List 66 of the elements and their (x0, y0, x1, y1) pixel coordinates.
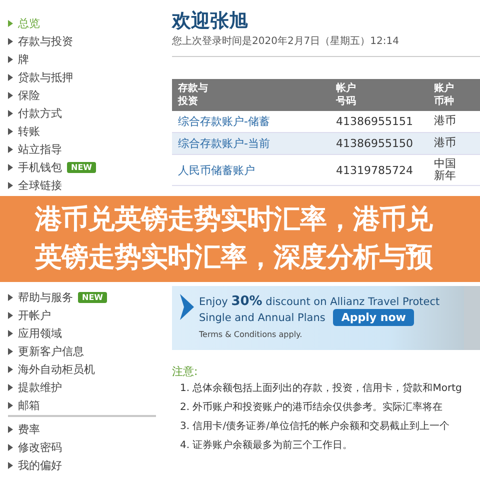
sidebar-item[interactable]: 手机钱包 (18, 160, 62, 174)
sidebar-item[interactable]: 贷款与抵押 (18, 70, 73, 84)
sidebar-item[interactable]: 费率 (18, 422, 40, 436)
column-header: 帐户号码 (336, 82, 357, 108)
sidebar-item[interactable]: 我的偏好 (18, 458, 62, 472)
bullet-icon (8, 402, 13, 408)
sidebar-item[interactable]: 开帐户 (18, 308, 51, 322)
banner-title: 港币兑英镑走势实时汇率，港币兑英镑走势实时汇率，深度分析与预 (35, 203, 434, 275)
note-item: 1. 总体余额包括上面列出的存款，投资，信用卡，贷款和Mortg (180, 382, 463, 395)
bullet-icon (8, 312, 13, 318)
bullet-icon (8, 74, 13, 80)
new-badge: NEW (67, 162, 96, 172)
bullet-icon (8, 128, 13, 134)
table-cell-text: 中国新年 (434, 158, 457, 182)
sidebar-item[interactable]: 帮助与服务 (18, 290, 73, 304)
note-item: 4. 证券账户余额最多为前三个工作日。 (180, 439, 354, 452)
bullet-icon (8, 444, 13, 450)
sidebar-item[interactable]: 更新客户信息 (18, 344, 84, 358)
new-badge: NEW (78, 292, 107, 302)
sidebar-item[interactable]: 存款与投资 (18, 34, 73, 48)
bullet-icon (8, 366, 13, 372)
sidebar-item[interactable]: 全球链接 (18, 178, 62, 192)
chevron-icon (180, 294, 194, 320)
bullet-icon (8, 92, 13, 98)
bullet-icon (8, 56, 13, 62)
bullet-icon (8, 384, 13, 390)
bullet-icon (8, 330, 13, 336)
table-cell: 41319785724 (336, 164, 413, 177)
table-cell: 41386955150 (336, 137, 413, 150)
bullet-icon (8, 294, 13, 300)
table-cell-text: 港币 (434, 137, 457, 150)
welcome-title: 欢迎张旭 (172, 10, 249, 32)
note-item: 3. 信用卡/债务证券/单位信托的帐户余额和交易截止到上一个 (180, 420, 450, 433)
bullet-icon (8, 182, 13, 188)
table-cell-text: 港币 (434, 115, 457, 128)
photo-placeholder (464, 286, 480, 350)
account-link[interactable]: 综合存款账户-储蓄 (178, 114, 270, 129)
last-login-text: 您上次登录时间是2020年2月7日（星期五）12:14 (172, 34, 400, 48)
sidebar-item[interactable]: 应用领域 (18, 326, 62, 340)
bullet-icon (8, 462, 13, 468)
bullet-icon (8, 38, 13, 44)
sidebar-item[interactable]: 提款维护 (18, 380, 62, 394)
sidebar-item[interactable]: 修改密码 (18, 440, 62, 454)
column-header: 账户币种 (434, 82, 455, 108)
terms-text: Terms & Conditions apply. (199, 330, 304, 339)
table-cell: 41386955151 (336, 115, 413, 128)
sidebar-item[interactable]: 保险 (18, 88, 40, 102)
bullet-icon (8, 20, 13, 26)
notes-title: 注意: (172, 364, 199, 379)
sidebar-item[interactable]: 转账 (18, 124, 40, 138)
apply-button[interactable]: Apply now (333, 309, 414, 326)
promo-subline: Single and Annual Plans (199, 312, 326, 324)
bullet-icon (8, 164, 13, 170)
bullet-icon (8, 146, 13, 152)
bullet-icon (8, 426, 13, 432)
note-item: 2. 外币账户和投资账户的港币结余仅供参考。实际汇率将在 (180, 401, 444, 414)
sidebar-item[interactable]: 邮箱 (18, 398, 40, 412)
column-header: 存款与投资 (178, 82, 209, 108)
promo-headline: Enjoy 30% discount on Allianz Travel Protect (199, 294, 441, 309)
account-link[interactable]: 人民币储蓄账户 (178, 162, 255, 178)
sidebar-item[interactable]: 站立指导 (18, 142, 62, 156)
sidebar-item[interactable]: 牌 (18, 52, 29, 66)
bullet-icon (8, 348, 13, 354)
sidebar-item[interactable]: 海外自动柜员机 (18, 362, 95, 376)
bullet-icon (8, 110, 13, 116)
sidebar-item[interactable]: 付款方式 (18, 106, 62, 120)
